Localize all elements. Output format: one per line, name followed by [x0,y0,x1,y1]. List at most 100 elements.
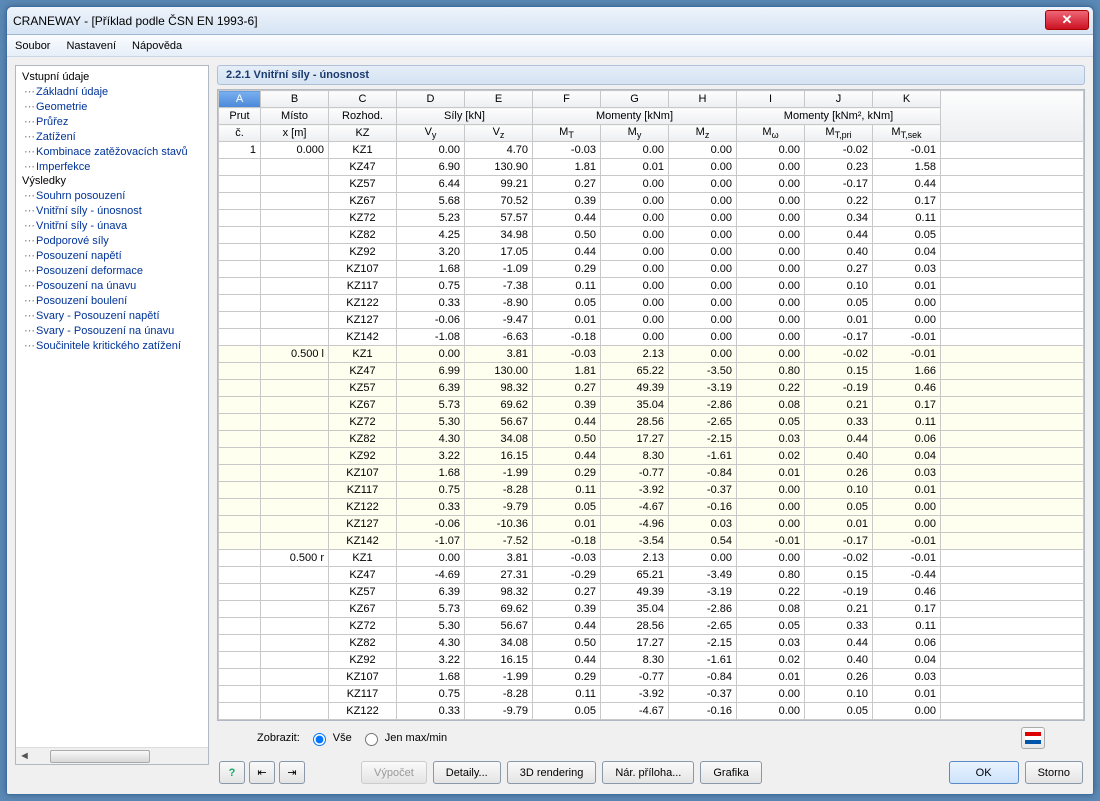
cell-my: 2.13 [601,346,669,363]
table-row[interactable]: KZ1071.68-1.990.29-0.77-0.840.010.260.03 [219,669,1084,686]
nav-results-item[interactable]: ⋯Svary - Posouzení napětí [18,308,206,323]
menu-nastaveni[interactable]: Nastavení [66,40,116,52]
cell-vy: 5.68 [397,193,465,210]
table-row[interactable]: 0.500 rKZ10.003.81-0.032.130.000.00-0.02… [219,550,1084,567]
table-row[interactable]: KZ576.3998.320.2749.39-3.190.22-0.190.46 [219,380,1084,397]
storno-button[interactable]: Storno [1025,761,1083,784]
table-row[interactable]: KZ1170.75-8.280.11-3.92-0.370.000.100.01 [219,686,1084,703]
next-button[interactable]: ⇥ [279,761,305,784]
table-row[interactable]: KZ1220.33-8.900.050.000.000.000.050.00 [219,295,1084,312]
table-row[interactable]: KZ725.3056.670.4428.56-2.650.050.330.11 [219,414,1084,431]
tree-dot-icon: ⋯ [22,204,36,217]
vypocet-button[interactable]: Výpočet [361,761,427,784]
cell-mts: 0.00 [873,499,941,516]
nav-results-item[interactable]: ⋯Posouzení napětí [18,248,206,263]
nav-input-item[interactable]: ⋯Geometrie [18,99,206,114]
table-row[interactable]: KZ576.4499.210.270.000.000.00-0.170.44 [219,176,1084,193]
filter-all[interactable]: Vše [308,730,352,746]
ok-button[interactable]: OK [949,761,1019,784]
table-row[interactable]: KZ1220.33-9.790.05-4.67-0.160.000.050.00 [219,499,1084,516]
cell-prut [219,193,261,210]
grafika-button[interactable]: Grafika [700,761,761,784]
nav-results-item[interactable]: ⋯Vnitřní síly - únosnost [18,203,206,218]
table-row[interactable]: KZ675.6870.520.390.000.000.000.220.17 [219,193,1084,210]
render-button[interactable]: 3D rendering [507,761,597,784]
cell-prut [219,397,261,414]
table-row[interactable]: KZ923.2216.150.448.30-1.610.020.400.04 [219,652,1084,669]
nav-input-item[interactable]: ⋯Základní údaje [18,84,206,99]
nav-input-item[interactable]: ⋯Kombinace zatěžovacích stavů [18,144,206,159]
help-button[interactable]: ? [219,761,245,784]
nav-input-item[interactable]: ⋯Imperfekce [18,159,206,174]
col-J[interactable]: J [805,91,873,108]
nav-results-item[interactable]: ⋯Součinitele kritického zatížení [18,338,206,353]
table-row[interactable]: KZ142-1.08-6.63-0.180.000.000.00-0.17-0.… [219,329,1084,346]
nav-input-item[interactable]: ⋯Průřez [18,114,206,129]
col-E[interactable]: E [465,91,533,108]
col-D[interactable]: D [397,91,465,108]
cell-my: -4.96 [601,516,669,533]
nav-hscroll[interactable]: ◄ [16,747,208,764]
nav-results-item[interactable]: ⋯Posouzení na únavu [18,278,206,293]
table-row[interactable]: KZ675.7369.620.3935.04-2.860.080.210.17 [219,397,1084,414]
radio-maxmin[interactable] [365,733,378,746]
col-A[interactable]: A [219,91,261,108]
table-row[interactable]: KZ725.2357.570.440.000.000.000.340.11 [219,210,1084,227]
table-row[interactable]: KZ1170.75-8.280.11-3.92-0.370.000.100.01 [219,482,1084,499]
col-C[interactable]: C [329,91,397,108]
cell-vy: -1.08 [397,329,465,346]
cell-prut [219,499,261,516]
radio-all[interactable] [313,733,326,746]
cell-mtp: 0.44 [805,635,873,652]
nav-input-item[interactable]: ⋯Zatížení [18,129,206,144]
table-row[interactable]: KZ1220.33-9.790.05-4.67-0.160.000.050.00 [219,703,1084,720]
table-row[interactable]: KZ1071.68-1.990.29-0.77-0.840.010.260.03 [219,465,1084,482]
cell-mw: 0.00 [737,244,805,261]
cell-mtp: -0.17 [805,329,873,346]
col-B[interactable]: B [261,91,329,108]
col-K[interactable]: K [873,91,941,108]
cell-mt: 0.44 [533,414,601,431]
table-row[interactable]: KZ47-4.6927.31-0.2965.21-3.490.800.15-0.… [219,567,1084,584]
table-row[interactable]: KZ127-0.06-9.470.010.000.000.000.010.00 [219,312,1084,329]
table-row[interactable]: KZ824.3034.080.5017.27-2.150.030.440.06 [219,431,1084,448]
table-row[interactable]: KZ476.90130.901.810.010.000.000.231.58 [219,159,1084,176]
cell-mt: -0.18 [533,329,601,346]
table-row[interactable]: KZ923.2017.050.440.000.000.000.400.04 [219,244,1084,261]
close-button[interactable]: ✕ [1045,10,1089,30]
nav-results-item[interactable]: ⋯Svary - Posouzení na únavu [18,323,206,338]
table-row[interactable]: KZ576.3998.320.2749.39-3.190.22-0.190.46 [219,584,1084,601]
nav-results-item[interactable]: ⋯Souhrn posouzení [18,188,206,203]
table-row[interactable]: KZ923.2216.150.448.30-1.610.020.400.04 [219,448,1084,465]
menu-napoveda[interactable]: Nápověda [132,40,182,52]
table-row[interactable]: KZ725.3056.670.4428.56-2.650.050.330.11 [219,618,1084,635]
table-row[interactable]: 0.500 lKZ10.003.81-0.032.130.000.00-0.02… [219,346,1084,363]
filter-maxmin[interactable]: Jen max/min [360,730,447,746]
prev-button[interactable]: ⇤ [249,761,275,784]
table-row[interactable]: KZ1170.75-7.380.110.000.000.000.100.01 [219,278,1084,295]
table-row[interactable]: KZ824.2534.980.500.000.000.000.440.05 [219,227,1084,244]
table-row[interactable]: KZ824.3034.080.5017.27-2.150.030.440.06 [219,635,1084,652]
table-row[interactable]: 10.000KZ10.004.70-0.030.000.000.00-0.02-… [219,142,1084,159]
table-row[interactable]: KZ476.99130.001.8165.22-3.500.800.151.66 [219,363,1084,380]
menu-soubor[interactable]: Soubor [15,40,50,52]
cell-vz: -10.36 [465,516,533,533]
col-G[interactable]: G [601,91,669,108]
nav-results-item[interactable]: ⋯Posouzení deformace [18,263,206,278]
nav-results-item[interactable]: ⋯Podporové síly [18,233,206,248]
table-row[interactable]: KZ675.7369.620.3935.04-2.860.080.210.17 [219,601,1084,618]
cell-my: 0.00 [601,295,669,312]
table-row[interactable]: KZ142-1.07-7.52-0.18-3.540.54-0.01-0.17-… [219,533,1084,550]
priloha-button[interactable]: Nár. příloha... [602,761,694,784]
table-row[interactable]: KZ127-0.06-10.360.01-4.960.030.000.010.0… [219,516,1084,533]
col-H[interactable]: H [669,91,737,108]
cell-my: 0.00 [601,193,669,210]
table-row[interactable]: KZ1071.68-1.090.290.000.000.000.270.03 [219,261,1084,278]
nav-results-item[interactable]: ⋯Posouzení boulení [18,293,206,308]
detaily-button[interactable]: Detaily... [433,761,501,784]
col-I[interactable]: I [737,91,805,108]
nav-results-item[interactable]: ⋯Vnitřní síly - únava [18,218,206,233]
flag-icon-button[interactable] [1021,727,1045,749]
col-F[interactable]: F [533,91,601,108]
cell-x [261,618,329,635]
